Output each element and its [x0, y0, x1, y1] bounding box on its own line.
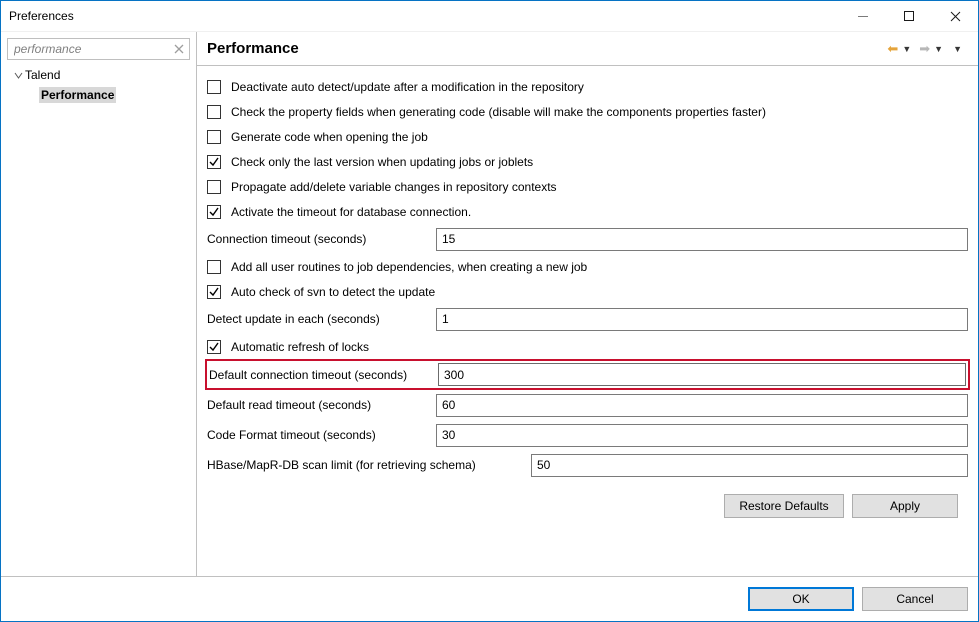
option-label: Propagate add/delete variable changes in…: [231, 180, 557, 194]
field-connection-timeout: Connection timeout (seconds): [207, 224, 968, 254]
nav-tree: Talend Performance: [7, 66, 190, 106]
checkbox-generate-code[interactable]: [207, 130, 221, 144]
dialog-button-bar: OK Cancel: [1, 576, 978, 621]
default-connection-timeout-input[interactable]: [438, 363, 966, 386]
checkbox-add-routines[interactable]: [207, 260, 221, 274]
field-default-connection-timeout: Default connection timeout (seconds): [205, 359, 970, 390]
titlebar-title: Preferences: [9, 9, 74, 23]
field-label: Detect update in each (seconds): [207, 312, 432, 326]
search-box: [7, 38, 190, 60]
search-input[interactable]: [12, 41, 173, 57]
option-deactivate-auto: Deactivate auto detect/update after a mo…: [207, 74, 968, 99]
page-title: Performance: [207, 40, 887, 57]
preferences-window: Preferences: [0, 0, 979, 622]
close-button[interactable]: [932, 1, 978, 31]
field-hbase-scan-limit: HBase/MapR-DB scan limit (for retrieving…: [207, 450, 968, 480]
field-code-format-timeout: Code Format timeout (seconds): [207, 420, 968, 450]
apply-button[interactable]: Apply: [852, 494, 958, 518]
field-label: Connection timeout (seconds): [207, 232, 432, 246]
dialog-body: Talend Performance Performance ⬅ ▼ ➡ ▼: [1, 32, 978, 621]
maximize-button[interactable]: [886, 1, 932, 31]
option-label: Automatic refresh of locks: [231, 340, 369, 354]
nav-back-dropdown-icon[interactable]: ▼: [902, 44, 911, 54]
option-label: Auto check of svn to detect the update: [231, 285, 435, 299]
nav-back-icon[interactable]: ⬅: [887, 42, 898, 55]
option-check-last-version: Check only the last version when updatin…: [207, 149, 968, 174]
field-label: HBase/MapR-DB scan limit (for retrieving…: [207, 458, 527, 472]
option-auto-refresh: Automatic refresh of locks: [207, 334, 968, 359]
tree-child-label: Performance: [39, 87, 116, 103]
checkbox-auto-refresh[interactable]: [207, 340, 221, 354]
option-label: Check only the last version when updatin…: [231, 155, 533, 169]
field-default-read-timeout: Default read timeout (seconds): [207, 390, 968, 420]
field-label: Code Format timeout (seconds): [207, 428, 432, 442]
restore-defaults-button[interactable]: Restore Defaults: [724, 494, 844, 518]
tree-node-talend[interactable]: Talend: [7, 66, 190, 84]
option-check-property: Check the property fields when generatin…: [207, 99, 968, 124]
titlebar-buttons: [840, 1, 978, 31]
nav-forward-icon[interactable]: ➡: [919, 42, 930, 55]
clear-search-icon[interactable]: [173, 42, 185, 56]
minimize-button[interactable]: [840, 1, 886, 31]
option-label: Generate code when opening the job: [231, 130, 428, 144]
page-nav: ⬅ ▼ ➡ ▼ ▼: [887, 42, 968, 55]
option-label: Activate the timeout for database connec…: [231, 205, 471, 219]
option-propagate: Propagate add/delete variable changes in…: [207, 174, 968, 199]
option-label: Check the property fields when generatin…: [231, 105, 766, 119]
field-detect-update: Detect update in each (seconds): [207, 304, 968, 334]
tree-node-performance[interactable]: Performance: [7, 86, 190, 104]
page-footer: Restore Defaults Apply: [207, 480, 968, 526]
hbase-scan-limit-input[interactable]: [531, 454, 968, 477]
option-generate-code: Generate code when opening the job: [207, 124, 968, 149]
checkbox-propagate[interactable]: [207, 180, 221, 194]
detect-update-input[interactable]: [436, 308, 968, 331]
option-activate-timeout: Activate the timeout for database connec…: [207, 199, 968, 224]
default-read-timeout-input[interactable]: [436, 394, 968, 417]
right-panel: Performance ⬅ ▼ ➡ ▼ ▼ Deactivate auto de…: [197, 32, 978, 576]
ok-button[interactable]: OK: [748, 587, 854, 611]
checkbox-activate-timeout[interactable]: [207, 205, 221, 219]
cancel-button[interactable]: Cancel: [862, 587, 968, 611]
titlebar: Preferences: [1, 1, 978, 32]
option-label: Add all user routines to job dependencie…: [231, 260, 587, 274]
checkbox-check-last-version[interactable]: [207, 155, 221, 169]
checkbox-deactivate-auto[interactable]: [207, 80, 221, 94]
tree-node-label: Talend: [25, 68, 60, 82]
code-format-timeout-input[interactable]: [436, 424, 968, 447]
nav-forward-dropdown-icon[interactable]: ▼: [934, 44, 943, 54]
page-body: Deactivate auto detect/update after a mo…: [197, 66, 978, 576]
page-header: Performance ⬅ ▼ ➡ ▼ ▼: [197, 32, 978, 66]
left-panel: Talend Performance: [1, 32, 197, 576]
option-label: Deactivate auto detect/update after a mo…: [231, 80, 584, 94]
checkbox-auto-svn[interactable]: [207, 285, 221, 299]
field-label: Default read timeout (seconds): [207, 398, 432, 412]
checkbox-check-property[interactable]: [207, 105, 221, 119]
field-label: Default connection timeout (seconds): [209, 368, 434, 382]
tree-twisty-icon: [11, 71, 25, 80]
option-add-routines: Add all user routines to job dependencie…: [207, 254, 968, 279]
option-auto-svn: Auto check of svn to detect the update: [207, 279, 968, 304]
main-area: Talend Performance Performance ⬅ ▼ ➡ ▼: [1, 32, 978, 576]
nav-menu-icon[interactable]: ▼: [953, 44, 962, 54]
connection-timeout-input[interactable]: [436, 228, 968, 251]
